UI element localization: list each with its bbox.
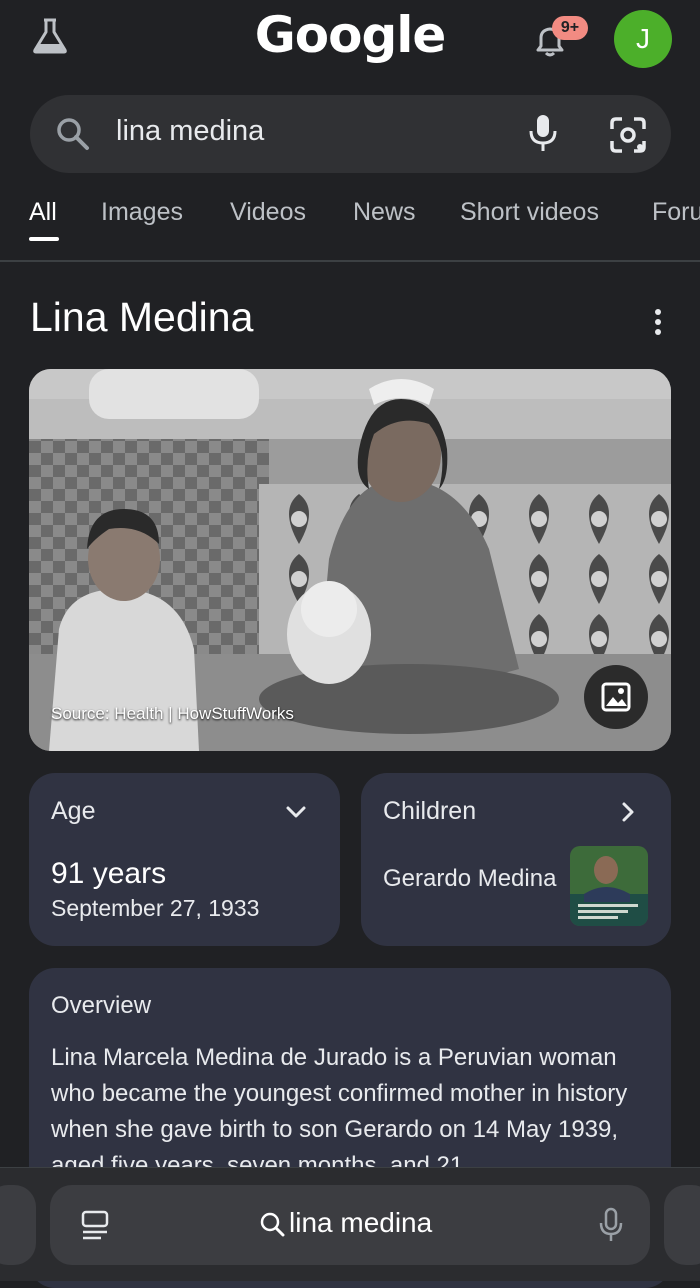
next-tab-pill[interactable] (664, 1185, 700, 1265)
tab-news[interactable]: News (353, 198, 416, 227)
active-tab-indicator (29, 237, 59, 241)
tab-videos[interactable]: Videos (230, 198, 306, 227)
overview-title: Overview (51, 992, 152, 1019)
tab-forums[interactable]: Foru (652, 198, 700, 227)
google-logo[interactable]: Google (0, 6, 700, 64)
more-vert-icon[interactable] (650, 306, 666, 340)
microphone-icon[interactable] (598, 1207, 624, 1243)
image-icon (601, 682, 631, 712)
top-app-bar: Google 9+ J (0, 0, 700, 80)
tabs-divider (0, 260, 700, 262)
search-bar[interactable]: lina medina (30, 95, 671, 173)
knowledge-panel-image[interactable]: Source: Health | HowStuffWorks (29, 369, 671, 751)
chevron-right-icon[interactable] (617, 801, 639, 823)
search-input[interactable]: lina medina (116, 115, 264, 148)
bottom-search-pill[interactable]: lina medina (50, 1185, 650, 1265)
view-images-button[interactable] (584, 665, 648, 729)
image-source-caption[interactable]: Source: Health | HowStuffWorks (51, 704, 294, 724)
previous-tab-pill[interactable] (0, 1185, 36, 1265)
tab-images[interactable]: Images (101, 198, 183, 227)
child-thumbnail[interactable] (570, 846, 648, 926)
bottom-search-bar: lina medina (0, 1167, 700, 1281)
children-label: Children (383, 797, 477, 825)
children-card[interactable]: Children Gerardo Medina (361, 773, 671, 946)
historic-photo (29, 369, 671, 751)
notification-badge: 9+ (552, 16, 588, 40)
tab-short-videos[interactable]: Short videos (460, 198, 599, 227)
tabs-icon[interactable] (80, 1209, 110, 1241)
search-icon (57, 118, 89, 150)
age-label: Age (51, 797, 96, 825)
overview-text: Lina Marcela Medina de Jurado is a Peruv… (51, 1044, 628, 1179)
search-icon (260, 1212, 285, 1237)
microphone-icon[interactable] (526, 113, 560, 153)
tab-all[interactable]: All (29, 198, 57, 227)
bottom-search-query[interactable]: lina medina (289, 1207, 432, 1239)
birth-date: September 27, 1933 (51, 895, 260, 921)
page-title: Lina Medina (30, 294, 254, 340)
child-name[interactable]: Gerardo Medina (383, 863, 563, 894)
age-value: 91 years (51, 857, 167, 890)
avatar[interactable]: J (614, 10, 672, 68)
chevron-down-icon[interactable] (285, 801, 307, 823)
search-tabs: All Images Videos News Short videos Foru (0, 190, 700, 260)
age-card[interactable]: Age 91 years September 27, 1933 (29, 773, 340, 946)
camera-lens-icon[interactable] (608, 115, 648, 155)
